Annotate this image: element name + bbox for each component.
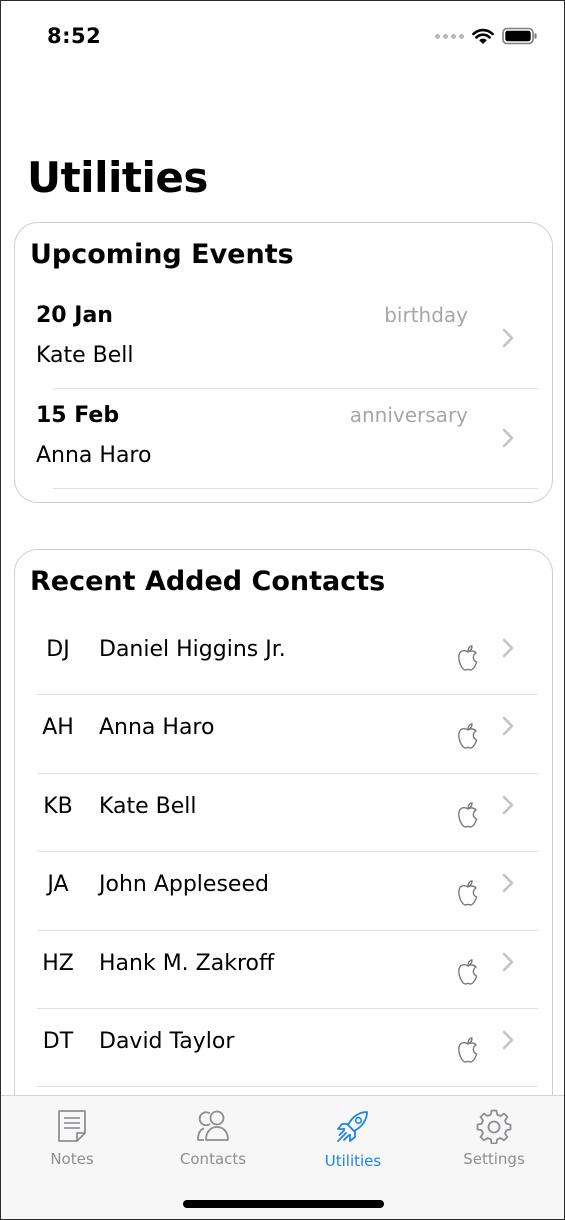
tab-settings[interactable]: Settings [439, 1108, 549, 1174]
contacts-icon [197, 1110, 229, 1141]
event-row[interactable]: 15 Feb Anna Haro anniversary [15, 389, 552, 489]
event-date: 15 Feb [36, 403, 120, 428]
contact-name: Anna Haro [99, 715, 215, 741]
tab-contacts[interactable]: Contacts [158, 1108, 268, 1174]
event-type: birthday [384, 303, 468, 327]
contact-initials: JA [47, 872, 69, 898]
rocket-icon [337, 1111, 368, 1142]
contact-initials: HZ [42, 950, 74, 976]
upcoming-events-title: Upcoming Events [30, 239, 294, 270]
chevron-right-icon [502, 428, 514, 448]
apple-icon [458, 723, 478, 750]
status-indicators [435, 25, 538, 47]
apple-icon [458, 801, 478, 828]
contact-name: David Taylor [99, 1029, 235, 1054]
event-contact-name: Anna Haro [36, 443, 152, 468]
event-contact-name: Kate Bell [36, 343, 134, 368]
cellular-signal-icon [435, 33, 464, 39]
chevron-right-icon [502, 873, 514, 893]
home-indicator [183, 1200, 384, 1208]
chevron-right-icon [502, 952, 514, 971]
contact-name: Hank M. Zakroff [99, 950, 275, 976]
contact-row[interactable]: DT David Taylor [15, 1009, 552, 1088]
contact-name: Daniel Higgins Jr. [99, 637, 286, 662]
event-type: anniversary [349, 403, 468, 427]
apple-icon [458, 880, 478, 906]
chevron-right-icon [502, 328, 514, 348]
contact-row[interactable]: JA John Appleseed [15, 852, 552, 931]
event-date: 20 Jan [36, 303, 113, 328]
chevron-right-icon [502, 795, 514, 815]
contact-name: Kate Bell [99, 793, 197, 819]
chevron-right-icon [502, 638, 514, 658]
status-time: 8:52 [47, 24, 102, 48]
contact-row[interactable]: AH Anna Haro [15, 695, 552, 774]
gear-icon [476, 1109, 512, 1144]
wifi-icon [472, 28, 494, 44]
tab-notes[interactable]: Notes [17, 1108, 127, 1174]
contact-row[interactable]: KB Kate Bell [15, 774, 552, 853]
row-divider [53, 488, 538, 489]
app-screen: 8:52 Utilities Upcoming Events 20 Jan Ka… [0, 0, 565, 1220]
notes-icon [58, 1110, 86, 1142]
tab-label: Contacts [179, 1150, 247, 1168]
contact-initials: AH [42, 715, 74, 741]
chevron-right-icon [502, 1030, 514, 1050]
apple-icon [458, 958, 478, 985]
row-divider [37, 1086, 538, 1088]
apple-icon [458, 645, 478, 671]
contact-initials: DJ [46, 637, 70, 662]
recent-contacts-title: Recent Added Contacts [30, 566, 386, 597]
tab-label: Utilities [324, 1152, 382, 1170]
event-row[interactable]: 20 Jan Kate Bell birthday [15, 289, 552, 389]
tab-label: Settings [463, 1150, 525, 1168]
battery-icon [502, 27, 537, 45]
tab-label: Notes [50, 1150, 94, 1168]
apple-icon [458, 1037, 478, 1063]
contact-row[interactable]: HZ Hank M. Zakroff [15, 931, 552, 1009]
upcoming-events-card: Upcoming Events 20 Jan Kate Bell birthda… [14, 222, 553, 503]
contact-name: John Appleseed [99, 872, 269, 898]
contact-row[interactable]: DJ Daniel Higgins Jr. [15, 617, 552, 696]
tab-utilities[interactable]: Utilities [298, 1108, 408, 1174]
page-title: Utilities [27, 153, 208, 202]
contact-initials: DT [42, 1029, 74, 1054]
contact-initials: KB [43, 793, 73, 819]
chevron-right-icon [502, 717, 514, 736]
